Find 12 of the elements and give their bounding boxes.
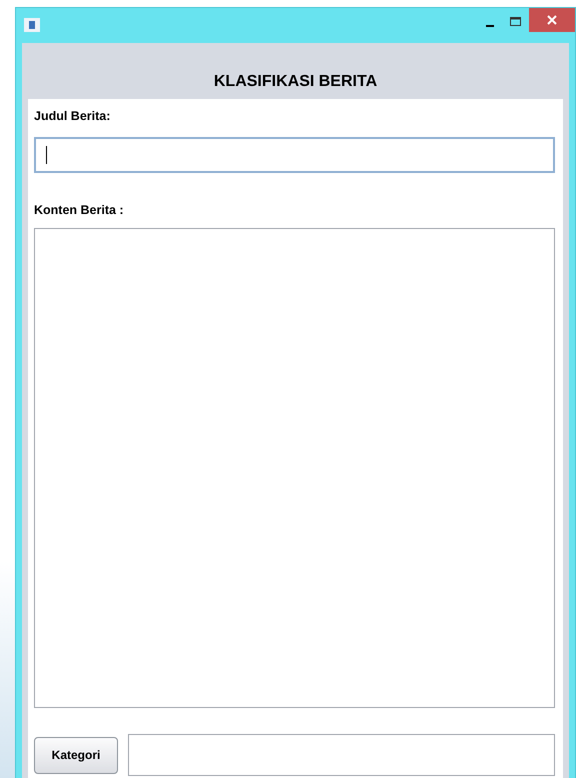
field-label: Konten Berita : [34,203,124,217]
window-heading: KLASIFIKASI BERITA [214,73,378,91]
app-icon [24,18,40,32]
text-cursor [46,146,47,164]
maximize-icon [510,17,522,27]
close-icon [547,15,557,25]
output-field[interactable] [128,734,555,776]
category-button[interactable]: Kategori [34,736,118,774]
field-label: Judul Berita: [34,109,112,123]
input-field[interactable] [34,137,555,173]
close-button[interactable] [529,8,575,32]
minimize-icon [486,25,494,27]
